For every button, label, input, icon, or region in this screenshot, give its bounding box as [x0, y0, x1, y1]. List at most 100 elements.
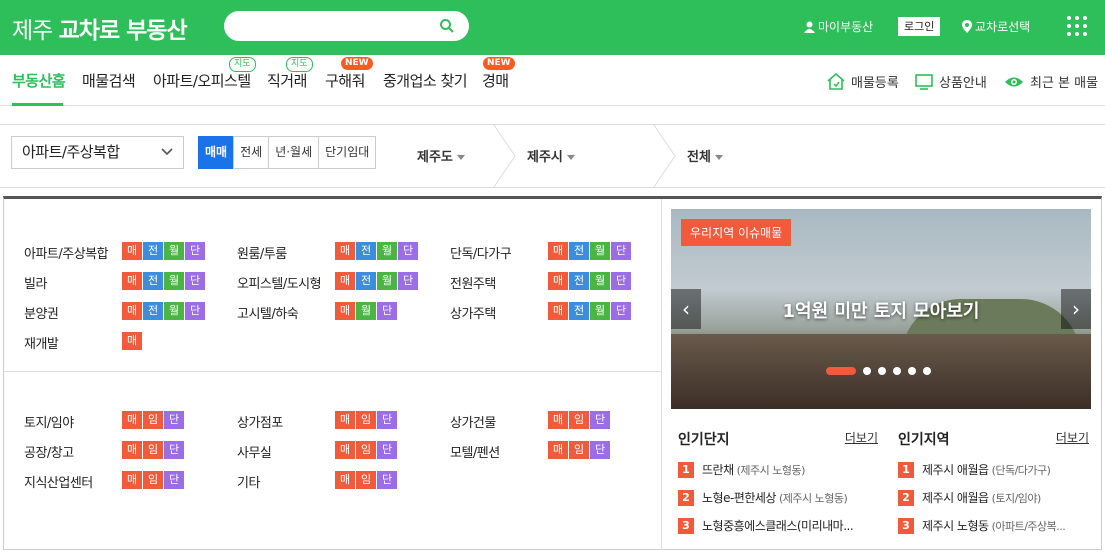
- monthly-tag[interactable]: 월: [377, 242, 397, 260]
- nav-item-direct-deal[interactable]: 직거래: [267, 70, 307, 91]
- my-realty-link[interactable]: 마이부동산: [804, 18, 873, 35]
- jeonse-tag[interactable]: 전: [569, 242, 589, 260]
- category-item[interactable]: 지식산업센터: [24, 472, 93, 491]
- all-menu-grid-icon[interactable]: [1067, 16, 1087, 36]
- tab-jeonse[interactable]: 전세: [233, 136, 270, 169]
- short-term-tag[interactable]: 단: [611, 272, 631, 290]
- sale-tag[interactable]: 매: [335, 441, 355, 459]
- short-term-tag[interactable]: 단: [377, 411, 397, 429]
- monthly-tag[interactable]: 월: [590, 272, 610, 290]
- short-term-tag[interactable]: 단: [185, 242, 205, 260]
- category-item[interactable]: 토지/임야: [24, 412, 74, 431]
- nav-item-home[interactable]: 부동산홈: [12, 70, 66, 91]
- banner-prev-button[interactable]: ‹: [671, 289, 701, 329]
- jeonse-tag[interactable]: 전: [356, 272, 376, 290]
- lease-tag[interactable]: 임: [356, 411, 376, 429]
- property-type-select[interactable]: 아파트/주상복합: [11, 136, 184, 169]
- monthly-tag[interactable]: 월: [164, 302, 184, 320]
- pagination-dot[interactable]: [863, 367, 871, 375]
- tab-sale[interactable]: 매매: [198, 136, 235, 169]
- lease-tag[interactable]: 임: [143, 441, 163, 459]
- category-item[interactable]: 분양권: [24, 303, 59, 322]
- nav-item-agency-search[interactable]: 중개업소 찾기: [383, 70, 468, 91]
- list-item[interactable]: 1 뜨란채 (제주시 노형동): [678, 461, 878, 478]
- category-item[interactable]: 고시텔/하숙: [237, 303, 299, 322]
- short-term-tag[interactable]: 단: [398, 242, 418, 260]
- lease-tag[interactable]: 임: [143, 411, 163, 429]
- region-province-select[interactable]: 제주도: [417, 146, 465, 165]
- short-term-tag[interactable]: 단: [377, 441, 397, 459]
- region-district-select[interactable]: 전체: [687, 146, 723, 165]
- lease-tag[interactable]: 임: [569, 411, 589, 429]
- category-item[interactable]: 전원주택: [450, 273, 496, 292]
- sale-tag[interactable]: 매: [122, 332, 142, 350]
- short-term-tag[interactable]: 단: [590, 441, 610, 459]
- sale-tag[interactable]: 매: [122, 302, 142, 320]
- jeonse-tag[interactable]: 전: [143, 272, 163, 290]
- pagination-dot[interactable]: [908, 367, 916, 375]
- sale-tag[interactable]: 매: [122, 272, 142, 290]
- category-item[interactable]: 기타: [237, 472, 260, 491]
- tab-short-term[interactable]: 단기임대: [318, 136, 377, 169]
- pagination-dot[interactable]: [893, 367, 901, 375]
- category-item[interactable]: 빌라: [24, 273, 47, 292]
- sale-tag[interactable]: 매: [548, 302, 568, 320]
- category-item[interactable]: 상가점포: [237, 412, 283, 431]
- lease-tag[interactable]: 임: [143, 471, 163, 489]
- select-region-link[interactable]: 교차로선택: [962, 18, 1030, 35]
- list-item[interactable]: 2 노형e-편한세상 (제주시 노형동): [678, 489, 878, 506]
- sale-tag[interactable]: 매: [548, 441, 568, 459]
- monthly-tag[interactable]: 월: [377, 272, 397, 290]
- sale-tag[interactable]: 매: [335, 242, 355, 260]
- short-term-tag[interactable]: 단: [164, 471, 184, 489]
- category-item[interactable]: 오피스텔/도시형: [237, 273, 322, 292]
- short-term-tag[interactable]: 단: [611, 302, 631, 320]
- product-info-link[interactable]: 상품안내: [915, 72, 987, 91]
- jeonse-tag[interactable]: 전: [569, 272, 589, 290]
- login-button[interactable]: 로그인: [898, 17, 941, 36]
- short-term-tag[interactable]: 단: [398, 272, 418, 290]
- short-term-tag[interactable]: 단: [611, 242, 631, 260]
- jeonse-tag[interactable]: 전: [143, 302, 163, 320]
- short-term-tag[interactable]: 단: [377, 471, 397, 489]
- tab-monthly-rent[interactable]: 년·월세: [268, 136, 320, 169]
- popular-complex-more-link[interactable]: 더보기: [845, 429, 878, 446]
- lease-tag[interactable]: 임: [569, 441, 589, 459]
- list-item[interactable]: 2 제주시 애월읍 (토지/임야): [898, 489, 1089, 506]
- short-term-tag[interactable]: 단: [185, 272, 205, 290]
- recent-viewed-link[interactable]: 최근 본 매물: [1004, 72, 1098, 91]
- monthly-tag[interactable]: 월: [590, 242, 610, 260]
- register-listing-link[interactable]: 매물등록: [827, 72, 899, 91]
- site-logo[interactable]: 제주 교차로 부동산: [12, 11, 188, 45]
- sale-tag[interactable]: 매: [122, 242, 142, 260]
- short-term-tag[interactable]: 단: [377, 302, 397, 320]
- pagination-dot[interactable]: [878, 367, 886, 375]
- monthly-tag[interactable]: 월: [164, 272, 184, 290]
- nav-item-find-me[interactable]: 구해줘: [325, 70, 365, 91]
- popular-region-more-link[interactable]: 더보기: [1056, 429, 1089, 446]
- jeonse-tag[interactable]: 전: [143, 242, 163, 260]
- region-city-select[interactable]: 제주시: [527, 146, 575, 165]
- banner-title[interactable]: 1억원 미만 토지 모아보기: [671, 297, 1091, 323]
- category-item[interactable]: 상가주택: [450, 303, 496, 322]
- category-item[interactable]: 공장/창고: [24, 442, 74, 461]
- short-term-tag[interactable]: 단: [185, 302, 205, 320]
- jeonse-tag[interactable]: 전: [569, 302, 589, 320]
- pagination-dot[interactable]: [923, 367, 931, 375]
- nav-item-search[interactable]: 매물검색: [82, 70, 136, 91]
- sale-tag[interactable]: 매: [548, 272, 568, 290]
- category-item[interactable]: 아파트/주상복합: [24, 243, 109, 262]
- category-item[interactable]: 상가건물: [450, 412, 496, 431]
- list-item[interactable]: 1 제주시 애월읍 (단독/다가구): [898, 461, 1089, 478]
- search-input[interactable]: [238, 16, 438, 36]
- short-term-tag[interactable]: 단: [164, 411, 184, 429]
- short-term-tag[interactable]: 단: [164, 441, 184, 459]
- nav-item-auction[interactable]: 경매: [482, 70, 509, 91]
- sale-tag[interactable]: 매: [335, 471, 355, 489]
- list-item[interactable]: 3 노형중흥에스클래스(미리내마...: [678, 517, 878, 534]
- category-item[interactable]: 원룸/투룸: [237, 243, 287, 262]
- jeonse-tag[interactable]: 전: [356, 242, 376, 260]
- category-item[interactable]: 사무실: [237, 442, 272, 461]
- category-item[interactable]: 모텔/펜션: [450, 442, 500, 461]
- list-item[interactable]: 3 제주시 노형동 (아파트/주상복...: [898, 517, 1089, 534]
